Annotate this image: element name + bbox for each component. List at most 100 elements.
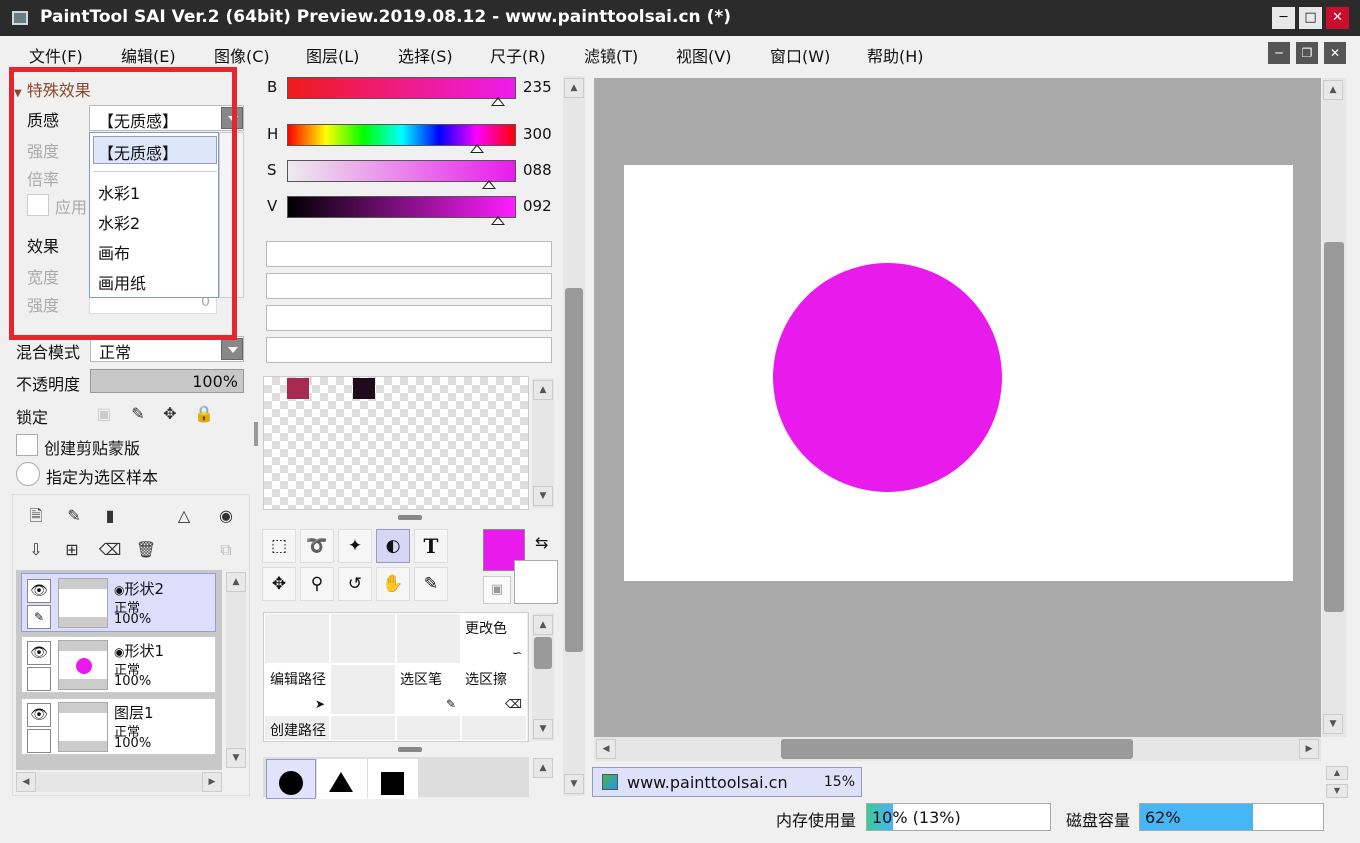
shape-tool-icon[interactable]: △ xyxy=(170,502,198,530)
scroll-up-arrow[interactable]: ▲ xyxy=(533,615,553,635)
menu-edit[interactable]: 编辑(E) xyxy=(121,43,176,67)
chevron-down-icon[interactable] xyxy=(221,338,243,360)
document-tab[interactable]: www.painttoolsai.cn 15% xyxy=(592,767,862,797)
scroll-thumb[interactable] xyxy=(565,288,583,652)
scroll-left-arrow[interactable]: ◀ xyxy=(596,739,616,759)
scroll-right-arrow[interactable]: ▶ xyxy=(1299,739,1319,759)
panel-splitter[interactable] xyxy=(254,422,258,446)
maximize-button[interactable]: □ xyxy=(1299,7,1322,29)
scroll-up-arrow[interactable]: ▲ xyxy=(533,758,553,778)
scratch-slider-3[interactable] xyxy=(266,305,552,331)
duplicate-icon[interactable]: ⧉ xyxy=(212,536,240,564)
eye-icon[interactable]: 👁 xyxy=(27,703,51,727)
clip-checkbox[interactable] xyxy=(16,434,38,456)
scratch-slider-2[interactable] xyxy=(266,273,552,299)
brush-slot[interactable] xyxy=(264,613,330,664)
v-slider-thumb[interactable] xyxy=(490,216,505,225)
s-slider-thumb[interactable] xyxy=(481,180,496,189)
lock-all-icon[interactable]: 🔒 xyxy=(190,400,218,428)
brush-slot[interactable] xyxy=(396,715,461,741)
hand-icon[interactable]: ✋ xyxy=(376,567,410,601)
menu-filter[interactable]: 滤镜(T) xyxy=(584,43,638,67)
brush-slot[interactable] xyxy=(330,715,396,741)
minimize-button[interactable]: ─ xyxy=(1272,7,1295,29)
b-slider-thumb[interactable] xyxy=(490,97,505,106)
sub-color-swatch[interactable] xyxy=(514,560,558,604)
scroll-down-arrow[interactable]: ▼ xyxy=(533,719,553,739)
middle-scrollbar[interactable]: ▲ ▼ xyxy=(563,76,585,796)
brush-slot[interactable] xyxy=(396,613,461,664)
eyedropper-icon[interactable]: ✎ xyxy=(414,567,448,601)
zoom-icon[interactable]: ⚲ xyxy=(300,567,334,601)
sample-radio[interactable] xyxy=(16,462,40,486)
h-slider-thumb[interactable] xyxy=(470,144,485,153)
rect-select-icon[interactable]: ⬚ xyxy=(262,529,296,563)
layers-scrollbar[interactable]: ▲ ▼ xyxy=(226,572,246,768)
scroll-right-arrow[interactable]: ▶ xyxy=(202,772,222,792)
doc-minimize-button[interactable]: ─ xyxy=(1268,42,1290,64)
menu-layer[interactable]: 图层(L) xyxy=(306,43,359,67)
brush-slot[interactable] xyxy=(330,613,396,664)
close-button[interactable]: ✕ xyxy=(1326,7,1349,29)
splitter-handle[interactable] xyxy=(398,747,422,752)
menu-help[interactable]: 帮助(H) xyxy=(867,43,924,67)
doc-close-button[interactable]: ✕ xyxy=(1324,42,1346,64)
scroll-thumb[interactable] xyxy=(1324,242,1344,612)
square-shape-option[interactable] xyxy=(368,759,418,799)
swatch-2[interactable] xyxy=(353,378,375,399)
scratch-slider-1[interactable] xyxy=(266,241,552,267)
menu-file[interactable]: 文件(F) xyxy=(29,43,83,67)
scroll-down-arrow[interactable]: ▼ xyxy=(1323,714,1343,734)
layers-hscrollbar[interactable]: ◀ ▶ xyxy=(16,772,222,792)
scroll-up-arrow[interactable]: ▲ xyxy=(226,572,246,592)
scroll-left-arrow[interactable]: ◀ xyxy=(16,772,36,792)
lock-move-icon[interactable]: ✥ xyxy=(156,400,184,428)
scroll-thumb[interactable] xyxy=(781,739,1133,759)
shape-select-icon[interactable]: ◐ xyxy=(376,529,410,563)
menu-select[interactable]: 选择(S) xyxy=(398,43,453,67)
magenta-circle-shape[interactable] xyxy=(773,263,1002,492)
layer-mode-slot[interactable] xyxy=(27,667,51,691)
menu-window[interactable]: 窗口(W) xyxy=(770,43,830,67)
eye-icon[interactable]: 👁 xyxy=(27,579,51,603)
layer-mask-icon[interactable]: ◉ xyxy=(212,502,240,530)
layer-mode-slot[interactable] xyxy=(27,729,51,753)
rotate-icon[interactable]: ↺ xyxy=(338,567,372,601)
clear-layer-icon[interactable]: ⌫ xyxy=(96,536,124,564)
menu-view[interactable]: 视图(V) xyxy=(676,43,731,67)
pencil-icon[interactable]: ✎ xyxy=(27,605,51,629)
tabs-scroll-down[interactable]: ▼ xyxy=(1326,784,1348,798)
new-linework-layer-icon[interactable]: ✎ xyxy=(60,502,88,530)
brush-select-pen[interactable]: 选区笔 ✎ xyxy=(396,664,461,715)
brush-slot[interactable] xyxy=(461,715,527,741)
menu-image[interactable]: 图像(C) xyxy=(214,43,270,67)
brush-create-path[interactable]: 创建路径 xyxy=(264,715,330,741)
splitter-handle[interactable] xyxy=(398,515,422,520)
brush-slot[interactable] xyxy=(330,664,396,715)
merge-down-icon[interactable]: ⇩ xyxy=(22,536,50,564)
scratch-slider-4[interactable] xyxy=(266,337,552,363)
new-layer-icon[interactable]: 🗎 xyxy=(22,502,50,530)
circle-shape-option[interactable] xyxy=(266,759,316,799)
transparent-color-icon[interactable]: ▣ xyxy=(483,576,511,604)
move-icon[interactable]: ✥ xyxy=(262,567,296,601)
scroll-down-arrow[interactable]: ▼ xyxy=(564,774,584,794)
b-slider[interactable] xyxy=(287,77,516,99)
s-slider[interactable] xyxy=(287,160,516,182)
scroll-down-arrow[interactable]: ▼ xyxy=(226,748,246,768)
lasso-icon[interactable]: ➰ xyxy=(300,529,334,563)
new-folder-icon[interactable]: ▮ xyxy=(96,502,124,530)
brush-edit-path[interactable]: 编辑路径 ➤ xyxy=(264,664,330,715)
v-slider[interactable] xyxy=(287,196,516,218)
text-tool-icon[interactable]: T xyxy=(414,529,448,563)
lock-paint-icon[interactable]: ✎ xyxy=(124,400,152,428)
scroll-up-arrow[interactable]: ▲ xyxy=(564,78,584,98)
layer-row-layer1[interactable]: 👁 图层1 正常 100% xyxy=(21,698,216,755)
brush-change-color[interactable]: 更改色 ∽ xyxy=(461,613,527,664)
merge-layer-icon[interactable]: ⊞ xyxy=(58,536,86,564)
menu-ruler[interactable]: 尺子(R) xyxy=(490,43,546,67)
scroll-up-arrow[interactable]: ▲ xyxy=(1323,80,1343,100)
scroll-down-arrow[interactable]: ▼ xyxy=(533,486,553,506)
canvas-hscrollbar[interactable]: ◀ ▶ xyxy=(594,737,1321,761)
swatch-1[interactable] xyxy=(287,378,309,399)
